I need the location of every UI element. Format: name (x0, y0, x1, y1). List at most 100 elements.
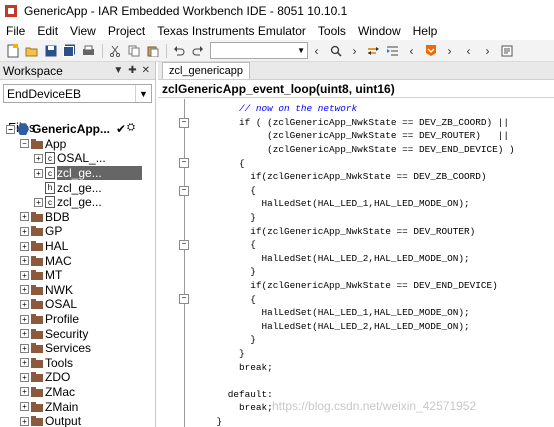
menu-view[interactable]: View (70, 24, 96, 38)
expand-icon[interactable]: + (20, 343, 29, 353)
menu-help[interactable]: Help (413, 24, 438, 38)
pin-icon[interactable]: ✚ (128, 65, 136, 76)
tree-item[interactable]: + Output (0, 414, 156, 427)
prev-bookmark-icon[interactable]: ‹ (403, 42, 420, 59)
tree-item[interactable]: − GenericApp... ✔ (0, 122, 156, 137)
find-icon[interactable] (327, 42, 344, 59)
expand-icon[interactable]: + (20, 372, 29, 382)
tab-zcl-genericapp[interactable]: zcl_genericapp (162, 62, 250, 79)
tree-item-label: Services (45, 341, 92, 356)
expand-icon[interactable]: + (20, 226, 29, 236)
collapse-icon[interactable]: − (20, 139, 29, 149)
find-in-files-icon[interactable] (365, 42, 382, 59)
workspace-title: Workspace (3, 63, 63, 78)
tree-item[interactable]: + Security (0, 326, 156, 341)
tree-item[interactable]: + MT (0, 268, 156, 283)
tree-item[interactable]: + HAL (0, 239, 156, 254)
goto-line-icon[interactable] (384, 42, 401, 59)
tree-item[interactable]: + ZMac (0, 385, 156, 400)
forward-icon[interactable]: › (346, 42, 363, 59)
menu-emulator[interactable]: Texas Instruments Emulator (157, 24, 306, 38)
tree-item[interactable]: h zcl_ge... (0, 180, 156, 195)
expand-icon[interactable]: + (20, 241, 29, 251)
project-icon (17, 123, 29, 136)
expand-icon[interactable]: + (20, 314, 29, 324)
expand-icon[interactable]: + (34, 168, 43, 178)
tree-item[interactable]: + Profile (0, 312, 156, 327)
code-line: } (194, 212, 256, 224)
nav-forward-icon[interactable]: › (479, 42, 496, 59)
configuration-select[interactable]: EndDeviceEB ▼ (3, 84, 152, 103)
new-file-icon[interactable] (4, 42, 21, 59)
tree-item[interactable]: + Tools (0, 356, 156, 371)
tree-item[interactable]: + MAC (0, 253, 156, 268)
menu-window[interactable]: Window (358, 24, 401, 38)
expand-icon[interactable]: + (34, 153, 43, 163)
expand-icon[interactable]: + (20, 387, 29, 397)
dropdown-icon[interactable]: ▼ (113, 65, 123, 76)
code-line: break; (194, 361, 273, 373)
tree-item[interactable]: + c zcl_ge... (0, 195, 156, 210)
function-navigator[interactable]: zclGenericApp_event_loop(uint8, uint16) (158, 80, 554, 98)
copy-icon[interactable] (125, 42, 142, 59)
tree-item-label: HAL (45, 239, 69, 254)
redo-icon[interactable] (189, 42, 206, 59)
fold-toggle-icon[interactable]: − (179, 158, 189, 169)
tree-item[interactable]: − App (0, 137, 156, 152)
undo-icon[interactable] (170, 42, 187, 59)
folder-icon (31, 138, 43, 149)
tree-item[interactable]: + ZDO (0, 370, 156, 385)
fold-toggle-icon[interactable]: − (179, 294, 189, 305)
tree-item[interactable]: + Services (0, 341, 156, 356)
save-icon[interactable] (42, 42, 59, 59)
cut-icon[interactable] (106, 42, 123, 59)
tree-item[interactable]: + BDB (0, 210, 156, 225)
fold-toggle-icon[interactable]: − (179, 240, 189, 250)
header-file-icon: h (45, 181, 55, 194)
expand-icon[interactable]: + (20, 212, 29, 222)
paste-icon[interactable] (144, 42, 161, 59)
tree-item-label: MAC (45, 253, 72, 268)
print-icon[interactable] (80, 42, 97, 59)
fold-toggle-icon[interactable]: − (179, 185, 189, 196)
menu-tools[interactable]: Tools (318, 24, 346, 38)
code-line: (zclGenericApp_NwkState == DEV_ROUTER) |… (194, 130, 510, 142)
expand-icon[interactable]: + (20, 270, 29, 280)
compile-icon[interactable] (498, 42, 515, 59)
search-combo[interactable]: ▼ (210, 42, 308, 59)
collapse-icon[interactable]: − (6, 124, 15, 134)
nav-back-icon[interactable]: ‹ (460, 42, 477, 59)
tree-item[interactable]: + OSAL (0, 297, 156, 312)
code-area[interactable]: // now on the network − if ( (zclGenericA… (158, 99, 554, 427)
expand-icon[interactable]: + (20, 329, 29, 339)
tree-item[interactable]: + c zcl_ge... (0, 166, 156, 181)
title-bar: GenericApp - IAR Embedded Workbench IDE … (0, 0, 554, 22)
expand-icon[interactable]: + (34, 197, 43, 207)
toolbar-separator (102, 43, 103, 58)
expand-icon[interactable]: + (20, 299, 29, 309)
next-bookmark-icon[interactable]: › (441, 42, 458, 59)
back-icon[interactable]: ‹ (308, 42, 325, 59)
expand-icon[interactable]: + (20, 358, 29, 368)
menu-edit[interactable]: Edit (37, 24, 58, 38)
open-file-icon[interactable] (23, 42, 40, 59)
menu-file[interactable]: File (6, 24, 25, 38)
expand-icon[interactable]: + (20, 416, 29, 426)
expand-icon[interactable]: + (20, 285, 29, 295)
bookmark-icon[interactable] (422, 42, 439, 59)
save-all-icon[interactable] (61, 42, 78, 59)
tree-item-label: Output (45, 414, 82, 427)
fold-toggle-icon[interactable]: − (179, 117, 189, 128)
tree-item[interactable]: + ZMain (0, 399, 156, 414)
code-line: if(zclGenericApp_NwkState == DEV_END_DEV… (194, 280, 498, 292)
close-icon[interactable]: ✕ (142, 65, 150, 76)
code-line: } (194, 334, 256, 346)
expand-icon[interactable]: + (20, 256, 29, 266)
menu-project[interactable]: Project (108, 24, 145, 38)
expand-icon[interactable]: + (20, 402, 29, 412)
folder-icon (31, 372, 43, 383)
tree-item[interactable]: + c OSAL_... (0, 151, 156, 166)
function-name: zclGenericApp_event_loop(uint8, uint16) (162, 81, 395, 96)
tree-item[interactable]: + NWK (0, 283, 156, 298)
tree-item[interactable]: + GP (0, 224, 156, 239)
